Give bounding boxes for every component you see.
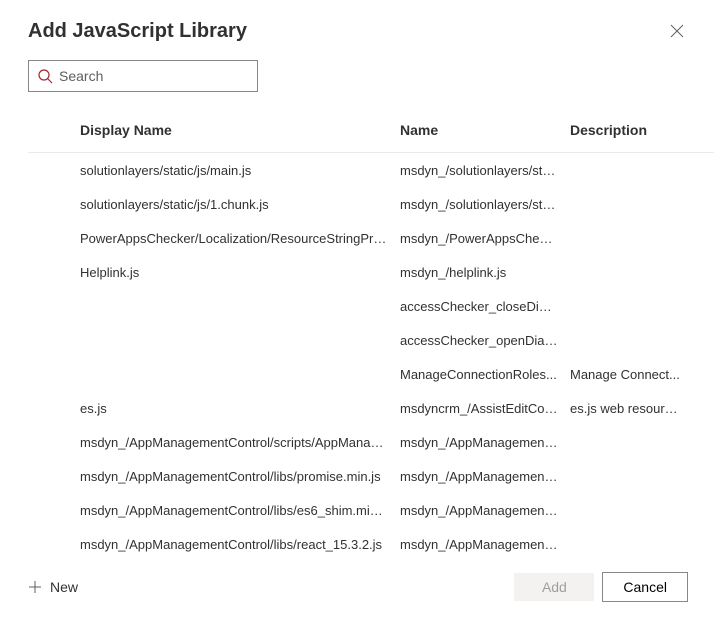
table-row[interactable]: msdyn_/AppManagementControl/libs/react_1…: [28, 527, 714, 553]
search-input[interactable]: [59, 68, 249, 84]
table-row[interactable]: accessChecker_openDialo...: [28, 323, 714, 357]
cell-display-name: es.js: [80, 401, 400, 416]
cell-display-name: Helplink.js: [80, 265, 400, 280]
cell-name: msdyn_/AppManagement...: [400, 469, 570, 484]
cell-name: msdyn_/solutionlayers/sta...: [400, 197, 570, 212]
add-button: Add: [514, 573, 594, 601]
table-row[interactable]: es.jsmsdyncrm_/AssistEditCon...es.js web…: [28, 391, 714, 425]
search-wrap: [0, 46, 716, 108]
add-js-library-dialog: Add JavaScript Library Display Name Name…: [0, 0, 716, 622]
table-row[interactable]: solutionlayers/static/js/1.chunk.jsmsdyn…: [28, 187, 714, 221]
close-icon: [670, 24, 684, 38]
cell-display-name: msdyn_/AppManagementControl/libs/react_1…: [80, 537, 400, 552]
cell-display-name: solutionlayers/static/js/1.chunk.js: [80, 197, 400, 212]
cell-description: es.js web resource.: [570, 401, 680, 416]
cell-name: msdyn_/PowerAppsCheck...: [400, 231, 570, 246]
table-body: solutionlayers/static/js/main.jsmsdyn_/s…: [28, 153, 714, 553]
dialog-footer: New Add Cancel: [0, 553, 716, 622]
new-button[interactable]: New: [28, 579, 78, 595]
table-row[interactable]: msdyn_/AppManagementControl/scripts/AppM…: [28, 425, 714, 459]
close-button[interactable]: [666, 20, 688, 46]
cell-name: msdyn_/AppManagement...: [400, 537, 570, 552]
cell-display-name: msdyn_/AppManagementControl/libs/es6_shi…: [80, 503, 400, 518]
dialog-title: Add JavaScript Library: [28, 20, 247, 43]
cell-display-name: msdyn_/AppManagementControl/scripts/AppM…: [80, 435, 400, 450]
col-header-display-name[interactable]: Display Name: [80, 122, 400, 138]
cell-name: msdyn_/helplink.js: [400, 265, 570, 280]
cell-name: accessChecker_openDialo...: [400, 333, 570, 348]
cell-display-name: PowerAppsChecker/Localization/ResourceSt…: [80, 231, 400, 246]
cell-description: Manage Connect...: [570, 367, 680, 382]
cell-display-name: msdyn_/AppManagementControl/libs/promise…: [80, 469, 400, 484]
col-header-name[interactable]: Name: [400, 122, 570, 138]
cell-name: msdyncrm_/AssistEditCon...: [400, 401, 570, 416]
table-row[interactable]: msdyn_/AppManagementControl/libs/es6_shi…: [28, 493, 714, 527]
col-header-description[interactable]: Description: [570, 122, 680, 138]
cancel-button[interactable]: Cancel: [602, 572, 688, 602]
cell-name: msdyn_/AppManagement...: [400, 503, 570, 518]
plus-icon: [28, 580, 42, 594]
search-icon: [37, 68, 53, 84]
table-header-row: Display Name Name Description: [28, 108, 714, 153]
search-box[interactable]: [28, 60, 258, 92]
table-row[interactable]: solutionlayers/static/js/main.jsmsdyn_/s…: [28, 153, 714, 187]
cell-name: msdyn_/solutionlayers/sta...: [400, 163, 570, 178]
cell-name: ManageConnectionRoles...: [400, 367, 570, 382]
dialog-header: Add JavaScript Library: [0, 0, 716, 46]
table-row[interactable]: accessChecker_closeDialo...: [28, 289, 714, 323]
cell-display-name: solutionlayers/static/js/main.js: [80, 163, 400, 178]
cell-name: accessChecker_closeDialo...: [400, 299, 570, 314]
new-button-label: New: [50, 579, 78, 595]
table-row[interactable]: PowerAppsChecker/Localization/ResourceSt…: [28, 221, 714, 255]
library-table[interactable]: Display Name Name Description solutionla…: [0, 108, 714, 553]
table-row[interactable]: msdyn_/AppManagementControl/libs/promise…: [28, 459, 714, 493]
cell-name: msdyn_/AppManagement...: [400, 435, 570, 450]
table-row[interactable]: Helplink.jsmsdyn_/helplink.js: [28, 255, 714, 289]
table-row[interactable]: ManageConnectionRoles...Manage Connect..…: [28, 357, 714, 391]
